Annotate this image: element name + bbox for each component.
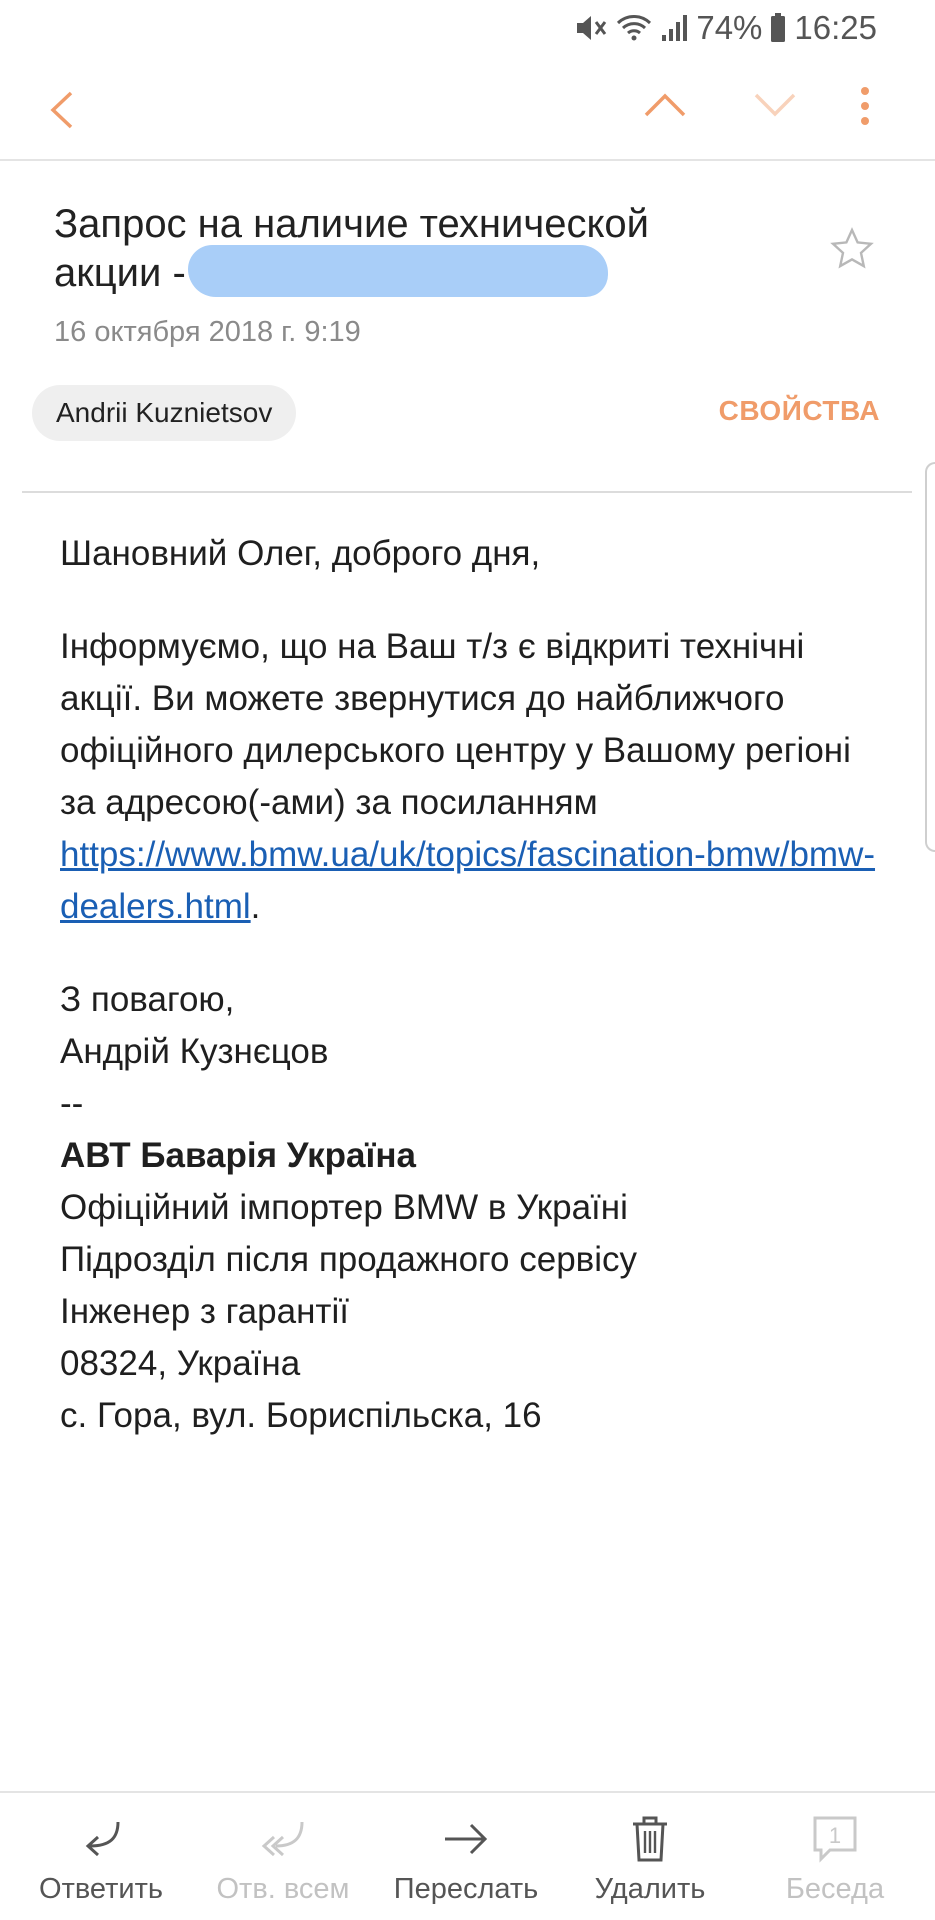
next-email-button[interactable] <box>750 80 800 130</box>
sender-chip[interactable]: Andrii Kuznietsov <box>32 385 297 441</box>
redacted-text <box>187 245 608 298</box>
delete-button[interactable]: Удалить <box>565 1811 735 1906</box>
body-paragraph: Інформуємо, що на Ваш т/з є відкриті тех… <box>60 627 876 926</box>
battery-percent: 74% <box>696 9 763 46</box>
mute-icon <box>574 13 608 43</box>
reply-icon <box>85 1821 120 1857</box>
properties-button[interactable]: СВОЙСТВА <box>719 395 880 427</box>
svg-text:1: 1 <box>829 1823 841 1848</box>
email-toolbar <box>0 56 935 161</box>
signature-line: Підрозділ після продажного сервісу <box>60 1240 638 1279</box>
scrollbar-handle[interactable] <box>925 462 935 852</box>
status-bar: 74% 16:25 <box>0 0 935 56</box>
battery-icon <box>770 13 786 43</box>
signal-icon <box>660 13 688 43</box>
signature-line: 08324, Україна <box>60 1344 301 1383</box>
signature-separator: -- <box>60 1084 84 1123</box>
dealers-link[interactable]: https://www.bmw.ua/uk/topics/fascination… <box>60 835 875 926</box>
reply-button[interactable]: Ответить <box>16 1811 186 1906</box>
conversation-button[interactable]: 1 Беседа <box>750 1811 920 1906</box>
status-icons: 74% 16:25 <box>574 8 877 48</box>
signature-line: с. Гора, вул. Бориспільска, 16 <box>60 1396 542 1435</box>
email-subject: Запрос на наличие технической акции - <box>54 200 714 301</box>
back-button[interactable] <box>36 84 88 136</box>
chevron-down-icon <box>754 93 796 117</box>
greeting: Шановний Олег, доброго дня, <box>60 534 541 573</box>
more-options-button[interactable] <box>845 80 885 132</box>
signature: З повагою, Андрій Кузнєцов -- АВТ Баварі… <box>60 974 890 1442</box>
email-date: 16 октября 2018 г. 9:19 <box>54 316 361 348</box>
more-vertical-icon <box>861 87 869 125</box>
signature-line: Офіційний імпортер BMW в Україні <box>60 1188 628 1227</box>
bottom-action-bar: Ответить Отв. всем Переслать Удалить 1 Б… <box>0 1791 935 1920</box>
clock: 16:25 <box>794 9 877 46</box>
reply-all-icon <box>261 1821 304 1857</box>
email-body: Шановний Олег, доброго дня, Інформуємо, … <box>60 528 890 1442</box>
trash-icon <box>633 1816 667 1862</box>
signature-name: Андрій Кузнєцов <box>60 1032 329 1071</box>
conversation-icon: 1 <box>813 1816 857 1863</box>
header-divider <box>22 491 912 493</box>
reply-all-button[interactable]: Отв. всем <box>198 1811 368 1906</box>
back-icon <box>50 91 73 129</box>
previous-email-button[interactable] <box>640 80 690 130</box>
chevron-up-icon <box>644 93 686 117</box>
star-button[interactable] <box>828 225 876 273</box>
signature-line: Інженер з гарантії <box>60 1292 349 1331</box>
forward-button[interactable]: Переслать <box>381 1811 551 1906</box>
signature-company: АВТ Баварія Україна <box>60 1136 416 1175</box>
signature-closing: З повагою, <box>60 980 235 1019</box>
forward-arrow-icon <box>445 1823 488 1855</box>
star-icon <box>830 227 874 269</box>
wifi-icon <box>616 13 652 43</box>
